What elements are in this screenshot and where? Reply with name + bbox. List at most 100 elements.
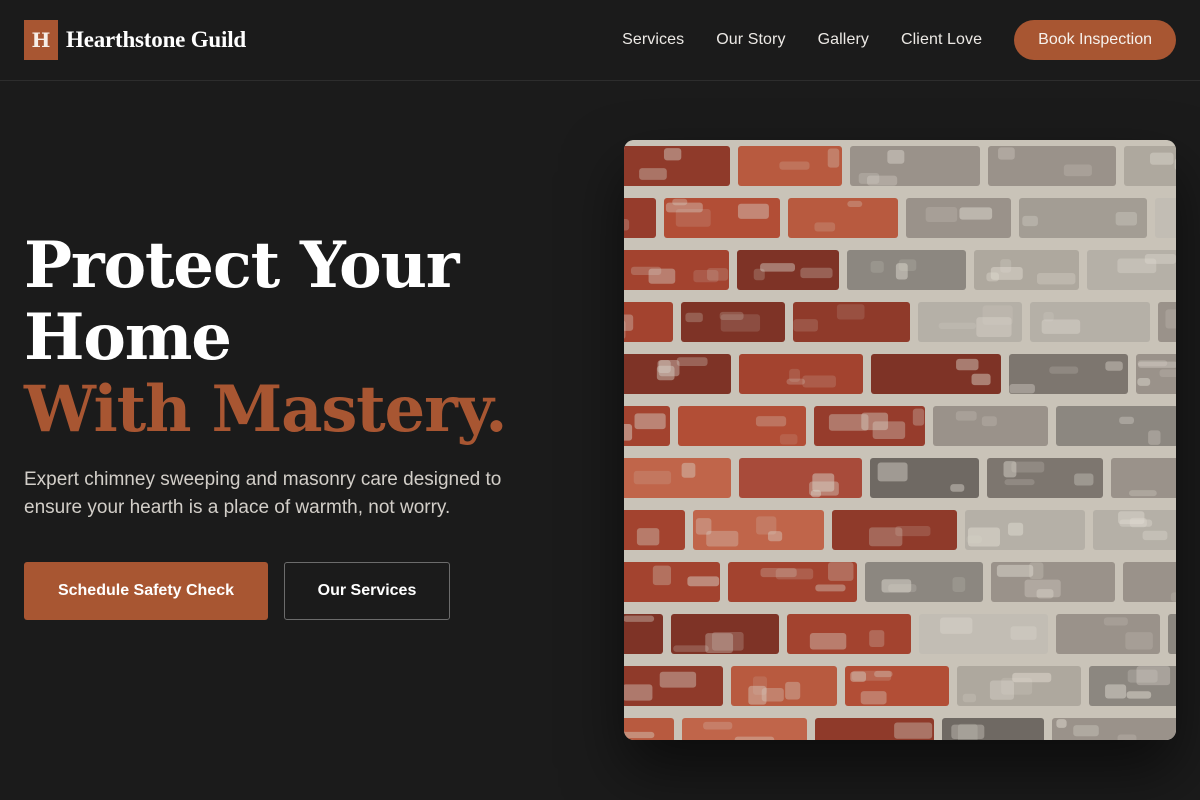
brick-weathering [1010, 626, 1037, 640]
brick-weathering [630, 266, 662, 276]
brick-weathering [760, 568, 797, 578]
brick-weathering [675, 208, 711, 227]
brick-weathering [1036, 589, 1054, 599]
brick-weathering [869, 630, 885, 647]
brick-weathering [681, 462, 696, 478]
brick [1052, 718, 1176, 740]
brick-weathering [877, 462, 908, 482]
brick-weathering [719, 311, 744, 321]
nav-link-gallery[interactable]: Gallery [818, 31, 869, 49]
brand-name: Hearthstone Guild [66, 27, 246, 52]
brick [1155, 198, 1176, 238]
page: H Hearthstone Guild Services Our Story G… [0, 0, 1200, 800]
brick-weathering [1029, 562, 1044, 579]
brick-weathering [1011, 461, 1045, 473]
brick-weathering [1115, 211, 1137, 226]
brick-weathering [815, 584, 846, 592]
brick-weathering [966, 535, 982, 544]
logo-icon: H [24, 20, 58, 60]
brick-weathering [705, 633, 734, 654]
brick-weathering [955, 411, 977, 421]
brick [731, 666, 837, 706]
brick-weathering [1142, 530, 1168, 541]
brand[interactable]: H Hearthstone Guild [24, 20, 246, 60]
nav-link-services[interactable]: Services [622, 31, 684, 49]
brick-weathering [793, 319, 818, 332]
brick-weathering [1074, 473, 1094, 486]
brick-weathering [1150, 152, 1174, 165]
brick-weathering [789, 368, 800, 382]
brick [787, 614, 911, 654]
brick-weathering [707, 268, 729, 281]
brick-weathering [996, 564, 1034, 577]
brick-weathering [1103, 617, 1128, 626]
brick-weathering [755, 416, 787, 427]
brick-weathering [1148, 430, 1161, 445]
brick-weathering [624, 731, 655, 739]
brick-weathering [652, 565, 672, 586]
brick-weathering [1036, 272, 1076, 285]
brick-weathering [673, 645, 709, 652]
brick-weathering [1165, 309, 1176, 329]
brick-weathering [737, 203, 769, 219]
brick-weathering [959, 207, 993, 220]
brick-weathering [872, 421, 906, 440]
brick [739, 354, 863, 394]
brick-weathering [956, 358, 979, 371]
brick-weathering [1043, 311, 1054, 322]
brick-weathering [940, 617, 973, 634]
brick-weathering [1056, 719, 1067, 728]
schedule-safety-check-button[interactable]: Schedule Safety Check [24, 562, 268, 620]
brick-weathering [976, 317, 1012, 338]
headline-line-2: Home [24, 300, 232, 375]
brick [906, 198, 1011, 238]
brick-weathering [1009, 383, 1035, 394]
brick-weathering [624, 684, 653, 701]
brick-weathering [800, 267, 833, 279]
brick-weathering [633, 470, 672, 485]
our-services-button[interactable]: Our Services [284, 562, 450, 620]
brick-weathering [912, 408, 925, 426]
brick-weathering [624, 320, 626, 339]
headline-accent: With Mastery. [24, 372, 508, 447]
brick-weathering [1073, 725, 1099, 737]
brick-weathering [894, 722, 933, 739]
headline-line-1: Protect Your [24, 228, 459, 303]
brick-weathering [634, 413, 666, 430]
brick-weathering [1049, 366, 1079, 374]
brick-weathering [925, 207, 958, 222]
nav-link-client-love[interactable]: Client Love [901, 31, 982, 49]
brick-weathering [703, 721, 733, 730]
brick-weathering [624, 219, 630, 231]
brick-weathering [938, 322, 977, 330]
brick-weathering [950, 484, 965, 492]
brick-weathering [895, 263, 908, 280]
brick-weathering [1129, 517, 1147, 528]
brick-weathering [734, 736, 775, 740]
hero-cta-row: Schedule Safety Check Our Services [24, 562, 564, 620]
brick-weathering [887, 150, 905, 164]
brick-weathering [998, 147, 1015, 160]
nav-link-our-story[interactable]: Our Story [716, 31, 785, 49]
brick-weathering [1001, 677, 1033, 695]
brick-weathering [962, 693, 977, 703]
brick-weathering [1136, 666, 1171, 686]
brick [624, 198, 656, 238]
brick-weathering [957, 723, 978, 740]
brick-weathering [760, 263, 795, 272]
brick-weathering [952, 577, 966, 592]
brick-weathering [850, 671, 867, 682]
brick-weathering [1117, 734, 1137, 740]
brick [1124, 146, 1176, 186]
brick-weathering [858, 172, 880, 184]
brick-weathering [971, 373, 991, 386]
brick-weathering [981, 416, 997, 427]
book-inspection-button[interactable]: Book Inspection [1014, 20, 1176, 60]
brick-weathering [802, 375, 836, 388]
brick-weathering [672, 198, 688, 206]
brick-weathering [814, 222, 836, 232]
brick-weathering [785, 681, 801, 700]
brick-weathering [827, 148, 840, 168]
brick-weathering [1129, 490, 1157, 497]
primary-nav: Services Our Story Gallery Client Love B… [622, 20, 1176, 60]
